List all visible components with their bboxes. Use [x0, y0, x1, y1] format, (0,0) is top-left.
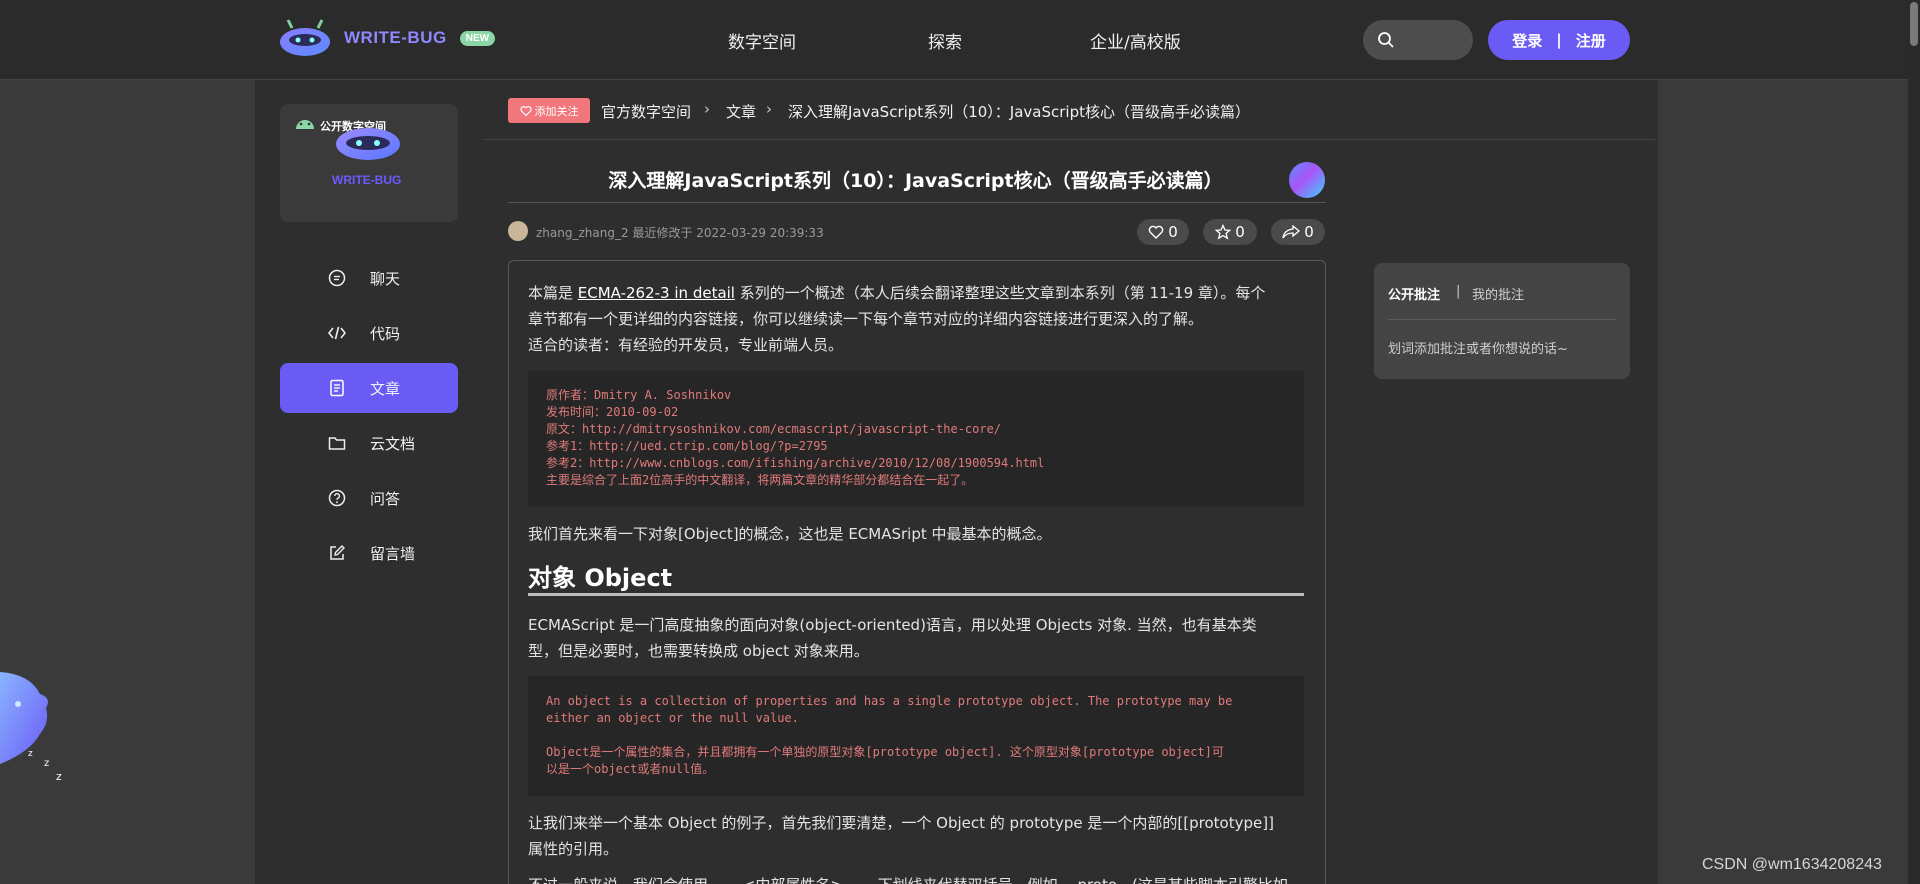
- intro-line-3: 适合的读者：有经验的开发员，专业前端人员。: [528, 336, 844, 354]
- sidebar-item-chat[interactable]: 聊天: [280, 253, 458, 303]
- breadcrumb-item-article[interactable]: 文章: [726, 101, 756, 122]
- share-icon: [1282, 225, 1301, 239]
- code-line: 以是一个object或者null值。: [546, 762, 715, 776]
- heart-icon: [519, 105, 532, 116]
- edit-icon: [330, 545, 345, 560]
- intro-prefix: 本篇是: [528, 284, 578, 302]
- decorative-orb-icon: [1289, 162, 1325, 198]
- code-line: 发布时间：2010-09-02: [546, 405, 679, 419]
- heading-underline: [528, 593, 1304, 596]
- code-line: An object is a collection of properties …: [546, 694, 1233, 708]
- question-icon: [328, 489, 346, 507]
- intro-line-2: 章节都有一个更详细的内容链接，你可以继续读一下每个章节对应的详细内容链接进行更深…: [528, 310, 1204, 328]
- code-block-1: 原作者：Dmitry A. Soshnikov 发布时间：2010-09-02 …: [528, 371, 1304, 507]
- author-name[interactable]: zhang_zhang_2: [536, 226, 629, 240]
- code-line: either an object or the null value.: [546, 711, 799, 725]
- follow-button[interactable]: 添加关注: [508, 98, 590, 123]
- svg-text:z: z: [44, 758, 49, 769]
- breadcrumb-item-space[interactable]: 官方数字空间: [601, 101, 691, 122]
- star-count: 0: [1235, 223, 1245, 241]
- sleeping-mascot-icon[interactable]: z z z: [0, 664, 70, 792]
- article-meta: zhang_zhang_2 最近修改于 2022-03-29 20:39:33: [536, 224, 824, 241]
- code-line: 参考1：http://ued.ctrip.com/blog/?p=2795: [546, 439, 828, 453]
- sidebar-item-label: 聊天: [370, 270, 401, 288]
- share-count: 0: [1304, 223, 1314, 241]
- search-input[interactable]: [1363, 20, 1473, 60]
- intro-rest: 系列的一个概述（本人后续会翻译整理这些文章到本系列（第 11-19 章）。每个: [734, 284, 1266, 302]
- paragraph-4-line-1: 让我们来举一个基本 Object 的例子，首先我们要清楚，一个 Object 的…: [528, 814, 1274, 832]
- code-block-2: An object is a collection of properties …: [528, 676, 1304, 796]
- tab-divider: |: [1456, 284, 1461, 299]
- title-divider: [508, 202, 1326, 203]
- chat-icon: [328, 269, 346, 287]
- sidebar-item-label: 文章: [370, 380, 401, 398]
- section-heading: 对象 Object: [528, 564, 673, 592]
- sidebar-item-label: 问答: [370, 490, 401, 508]
- space-logo-text: WRITE-BUG: [332, 173, 402, 187]
- code-line: Object是一个属性的集合，并且都拥有一个单独的原型对象[prototype …: [546, 745, 1224, 759]
- logo-text: WRITE-BUG: [344, 28, 447, 47]
- modified-time: 最近修改于 2022-03-29 20:39:33: [632, 226, 824, 240]
- site-logo[interactable]: WRITE-BUG NEW: [278, 18, 496, 58]
- star-button[interactable]: 0: [1203, 219, 1257, 245]
- space-mascot-icon: [336, 128, 400, 160]
- sidebar-item-label: 代码: [370, 325, 401, 343]
- nav-enterprise[interactable]: 企业/高校版: [1090, 28, 1181, 53]
- svg-text:z: z: [56, 770, 62, 783]
- sidebar-item-label: 云文档: [370, 435, 416, 453]
- paragraph-5: 不过一般来说，我们会使用 ＿＿<内部属性名>＿＿ 下划线来代替双括号，例如 __…: [528, 872, 1288, 884]
- like-button[interactable]: 0: [1137, 219, 1189, 245]
- code-icon: [328, 326, 346, 340]
- follow-label: 添加关注: [534, 104, 579, 118]
- sidebar-item-label: 留言墙: [370, 545, 416, 563]
- mascot-logo-icon: [280, 19, 330, 56]
- search-icon: [1378, 32, 1394, 48]
- avatar[interactable]: [508, 221, 528, 241]
- article-title: 深入理解JavaScript系列（10）：JavaScript核心（晋级高手必读…: [608, 170, 1223, 192]
- new-badge: NEW: [459, 30, 496, 46]
- register-button[interactable]: 注册: [1576, 30, 1606, 51]
- sidebar-item-message-wall[interactable]: 留言墙: [280, 528, 458, 578]
- paragraph-4-line-2: 属性的引用。: [528, 840, 619, 858]
- content-edge: [1655, 80, 1658, 884]
- annotation-panel: [1374, 263, 1630, 379]
- nav-digital-space[interactable]: 数字空间: [728, 28, 796, 53]
- ecma-link[interactable]: ECMA-262-3 in detail: [578, 284, 735, 302]
- code-line: 参考2：http://www.cnblogs.com/ifishing/arch…: [546, 456, 1045, 470]
- chevron-right-icon: ›: [704, 100, 710, 118]
- svg-text:z: z: [28, 749, 33, 759]
- like-count: 0: [1168, 223, 1178, 241]
- nav-explore[interactable]: 探索: [928, 28, 962, 53]
- scrollbar[interactable]: [1908, 0, 1920, 884]
- intro-line-1: 本篇是 ECMA-262-3 in detail 系列的一个概述（本人后续会翻译…: [528, 280, 1265, 306]
- annotation-hint: 划词添加批注或者你想说的话~: [1388, 342, 1568, 357]
- sidebar-item-code[interactable]: 代码: [280, 308, 458, 358]
- tab-my-annotations[interactable]: 我的批注: [1472, 284, 1524, 303]
- star-icon: [1215, 224, 1232, 240]
- auth-buttons: 登录 | 注册: [1488, 20, 1630, 60]
- scrollbar-thumb[interactable]: [1910, 2, 1918, 46]
- folder-icon: [328, 437, 346, 450]
- auth-divider: |: [1556, 31, 1562, 49]
- chevron-right-icon: ›: [766, 100, 772, 118]
- tab-public-annotations[interactable]: 公开批注: [1388, 284, 1440, 303]
- share-button[interactable]: 0: [1271, 219, 1325, 245]
- code-line: 主要是综合了上面2位高手的中文翻译，将两篇文章的精华部分都结合在一起了。: [546, 473, 974, 487]
- breadcrumb-item-current: 深入理解JavaScript系列（10）：JavaScript核心（晋级高手必读…: [788, 103, 1250, 121]
- paragraph-3-line-1: ECMAScript 是一门高度抽象的面向对象(object-oriented)…: [528, 616, 1257, 634]
- sidebar-item-cloud-docs[interactable]: 云文档: [280, 418, 458, 468]
- article-icon: [330, 379, 344, 397]
- heart-icon: [1148, 225, 1164, 239]
- csdn-watermark: CSDN @wm1634208243: [1702, 856, 1882, 873]
- paragraph-3-line-2: 型，但是必要时，也需要转换成 object 对象来用。: [528, 642, 869, 660]
- sidebar-item-qa[interactable]: 问答: [280, 473, 458, 523]
- sidebar-item-article[interactable]: 文章: [280, 363, 458, 413]
- paragraph-2: 我们首先来看一下对象[Object]的概念，这也是 ECMASript 中最基本…: [528, 525, 1052, 543]
- code-line: 原作者：Dmitry A. Soshnikov: [546, 388, 732, 402]
- code-line: 原文：http://dmitrysoshnikov.com/ecmascript…: [546, 422, 1002, 436]
- login-button[interactable]: 登录: [1512, 30, 1542, 51]
- annotation-divider: [1388, 319, 1616, 320]
- android-icon: [296, 120, 314, 129]
